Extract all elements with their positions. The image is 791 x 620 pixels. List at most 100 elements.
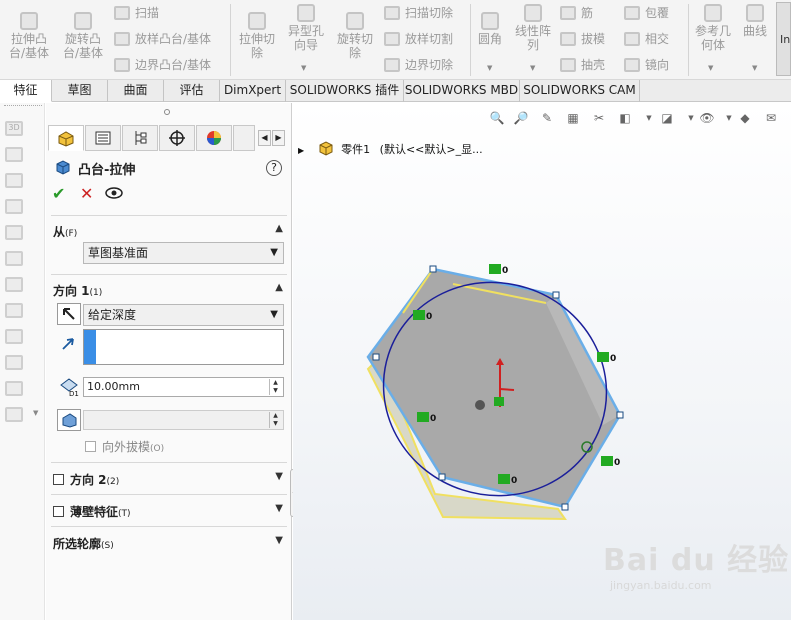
curves-button[interactable]: 曲线 [738, 4, 772, 38]
draft-angle-spinner[interactable]: ▲ ▼ [269, 412, 281, 428]
hole-wizard-button[interactable]: 异型孔 向导 [282, 4, 330, 52]
swept-cut-button[interactable]: 扫描切除 [384, 4, 453, 21]
reference-geometry-button[interactable]: 参考几 何体 [692, 4, 734, 52]
flag-icon[interactable] [5, 407, 23, 422]
selected-contours-section-header[interactable]: 所选轮廓(S) [53, 535, 114, 552]
ok-check-icon[interactable]: ✔ [52, 184, 65, 203]
wedge-icon[interactable] [5, 277, 23, 292]
chevron-up-icon[interactable]: ▲ [275, 223, 283, 234]
thin-feature-checkbox[interactable] [53, 506, 64, 517]
chevron-down-icon[interactable]: ▼ [301, 64, 306, 72]
tab-features[interactable]: 特征 [0, 80, 52, 102]
intersect-button[interactable]: 相交 [624, 30, 669, 47]
fillet-button[interactable]: 圆角 [474, 12, 506, 46]
tab-evaluate[interactable]: 评估 [164, 80, 220, 102]
tab-feature-manager[interactable] [48, 125, 84, 151]
box-icon[interactable] [5, 173, 23, 188]
graphics-area[interactable]: 🔍 🔎 ✎ ▦ ✂ ◧ ▼ ◪ ▼ 👁 ▼ ◆ ✉ ▶ 零件1 (默认<<默认>… [293, 103, 791, 620]
instant3d-button[interactable]: In [776, 2, 791, 76]
vertex-handle[interactable] [561, 503, 569, 511]
mirror-button[interactable]: 镜向 [624, 56, 669, 73]
boundary-boss-icon [114, 57, 130, 72]
tab-solidworks-cam[interactable]: SOLIDWORKS CAM [520, 80, 640, 102]
chevron-down-icon[interactable]: ▼ [530, 64, 535, 72]
rib-icon [560, 5, 576, 20]
reverse-direction-button[interactable] [57, 303, 81, 325]
draft-toggle-button[interactable] [57, 409, 81, 431]
vertex-handle[interactable] [438, 473, 446, 481]
sweep-button[interactable]: 扫描 [114, 4, 159, 21]
tab-scroll-right[interactable]: ▶ [272, 130, 285, 146]
chevron-down-icon[interactable]: ▼ [275, 535, 283, 546]
box-icon[interactable] [5, 381, 23, 396]
cylinder-icon[interactable] [5, 225, 23, 240]
chevron-down-icon[interactable]: ▼ [708, 64, 713, 72]
draft-outward-checkbox[interactable]: 向外拔模(O) [85, 438, 164, 455]
3d-view-icon[interactable]: 3D [5, 121, 23, 136]
panel-grip[interactable] [164, 109, 170, 115]
shell-icon [560, 57, 576, 72]
wedge-icon[interactable] [5, 303, 23, 318]
extrude-cut-button[interactable]: 拉伸切 除 [234, 12, 280, 60]
tab-dimxpert[interactable]: DimXpert [220, 80, 286, 102]
vertex-handle[interactable] [616, 411, 624, 419]
from-start-condition-select[interactable]: 草图基准面 ▼ [83, 242, 284, 264]
direction2-section-header[interactable]: 方向 2(2) [53, 471, 119, 488]
chevron-down-icon[interactable]: ▼ [275, 471, 283, 482]
from-section-header[interactable]: 从(F) [53, 223, 77, 240]
depth-input[interactable]: 10.00mm ▲ ▼ [83, 377, 284, 397]
chevron-down-icon[interactable]: ▼ [752, 64, 757, 72]
ribbon-divider [230, 4, 231, 76]
preview-eye-icon[interactable] [104, 186, 124, 200]
help-icon[interactable]: ? [266, 160, 282, 176]
tab-solidworks-addins[interactable]: SOLIDWORKS 插件 [286, 80, 404, 102]
tab-solidworks-mbd[interactable]: SOLIDWORKS MBD [404, 80, 520, 102]
depth-spinner[interactable]: ▲ ▼ [269, 379, 281, 395]
chevron-up-icon[interactable]: ▲ [275, 282, 283, 293]
tab-dimxpert-manager[interactable] [159, 125, 195, 151]
tab-display-manager[interactable] [196, 125, 232, 151]
reverse-direction-icon [63, 308, 75, 320]
tab-property-manager[interactable] [85, 125, 121, 151]
loft-button[interactable]: 放样凸台/基体 [114, 30, 211, 47]
tab-sketch[interactable]: 草图 [52, 80, 108, 102]
vertex-handle[interactable] [552, 291, 560, 299]
lofted-cut-button[interactable]: 放样切割 [384, 30, 453, 47]
chevron-down-icon[interactable]: ▼ [487, 64, 492, 72]
boundary-boss-button[interactable]: 边界凸台/基体 [114, 56, 211, 73]
chevron-down-icon[interactable]: ▼ [33, 409, 38, 417]
box-icon[interactable] [5, 329, 23, 344]
tab-surfaces[interactable]: 曲面 [108, 80, 164, 102]
feature-title: 凸台-拉伸 [78, 163, 136, 178]
cancel-x-icon[interactable]: ✕ [80, 184, 93, 203]
direction1-section-header[interactable]: 方向 1(1) [53, 282, 102, 299]
gear-icon[interactable] [5, 355, 23, 370]
end-condition-select[interactable]: 给定深度 ▼ [83, 304, 284, 326]
vertex-handle[interactable] [372, 353, 380, 361]
revolve-cut-button[interactable]: 旋转切 除 [332, 12, 378, 60]
linear-pattern-button[interactable]: 线性阵 列 [510, 4, 556, 52]
thin-feature-section-header[interactable]: 薄壁特征(T) [53, 503, 131, 520]
tab-more[interactable] [233, 125, 255, 151]
draft-angle-input[interactable]: ▲ ▼ [83, 410, 284, 430]
vertex-handle[interactable] [429, 265, 437, 273]
cylinder-icon[interactable] [5, 251, 23, 266]
direction1-section: 方向 1(1) ▲ 给定深度 ▼ D1 10.00mm ▲ ▼ ▲ ▼ 向外拔模(O) [51, 274, 287, 464]
rib-button[interactable]: 筋 [560, 4, 593, 21]
toolbar-grip[interactable] [4, 105, 42, 106]
direction2-checkbox[interactable] [53, 474, 64, 485]
box-icon[interactable] [5, 147, 23, 162]
extrude-boss-button[interactable]: 拉伸凸 台/基体 [6, 12, 52, 60]
sweep-icon [114, 5, 130, 20]
box-icon[interactable] [5, 199, 23, 214]
tab-scroll-left[interactable]: ◀ [258, 130, 271, 146]
direction-reference-selection-box[interactable] [83, 329, 284, 365]
wrap-button[interactable]: 包覆 [624, 4, 669, 21]
shell-button[interactable]: 抽壳 [560, 56, 605, 73]
chevron-down-icon[interactable]: ▼ [275, 503, 283, 514]
appearance-pie-icon [207, 131, 221, 145]
boundary-cut-button[interactable]: 边界切除 [384, 56, 453, 73]
revolve-boss-button[interactable]: 旋转凸 台/基体 [58, 12, 108, 60]
tab-configuration-manager[interactable] [122, 125, 158, 151]
draft-button[interactable]: 拔模 [560, 30, 605, 47]
